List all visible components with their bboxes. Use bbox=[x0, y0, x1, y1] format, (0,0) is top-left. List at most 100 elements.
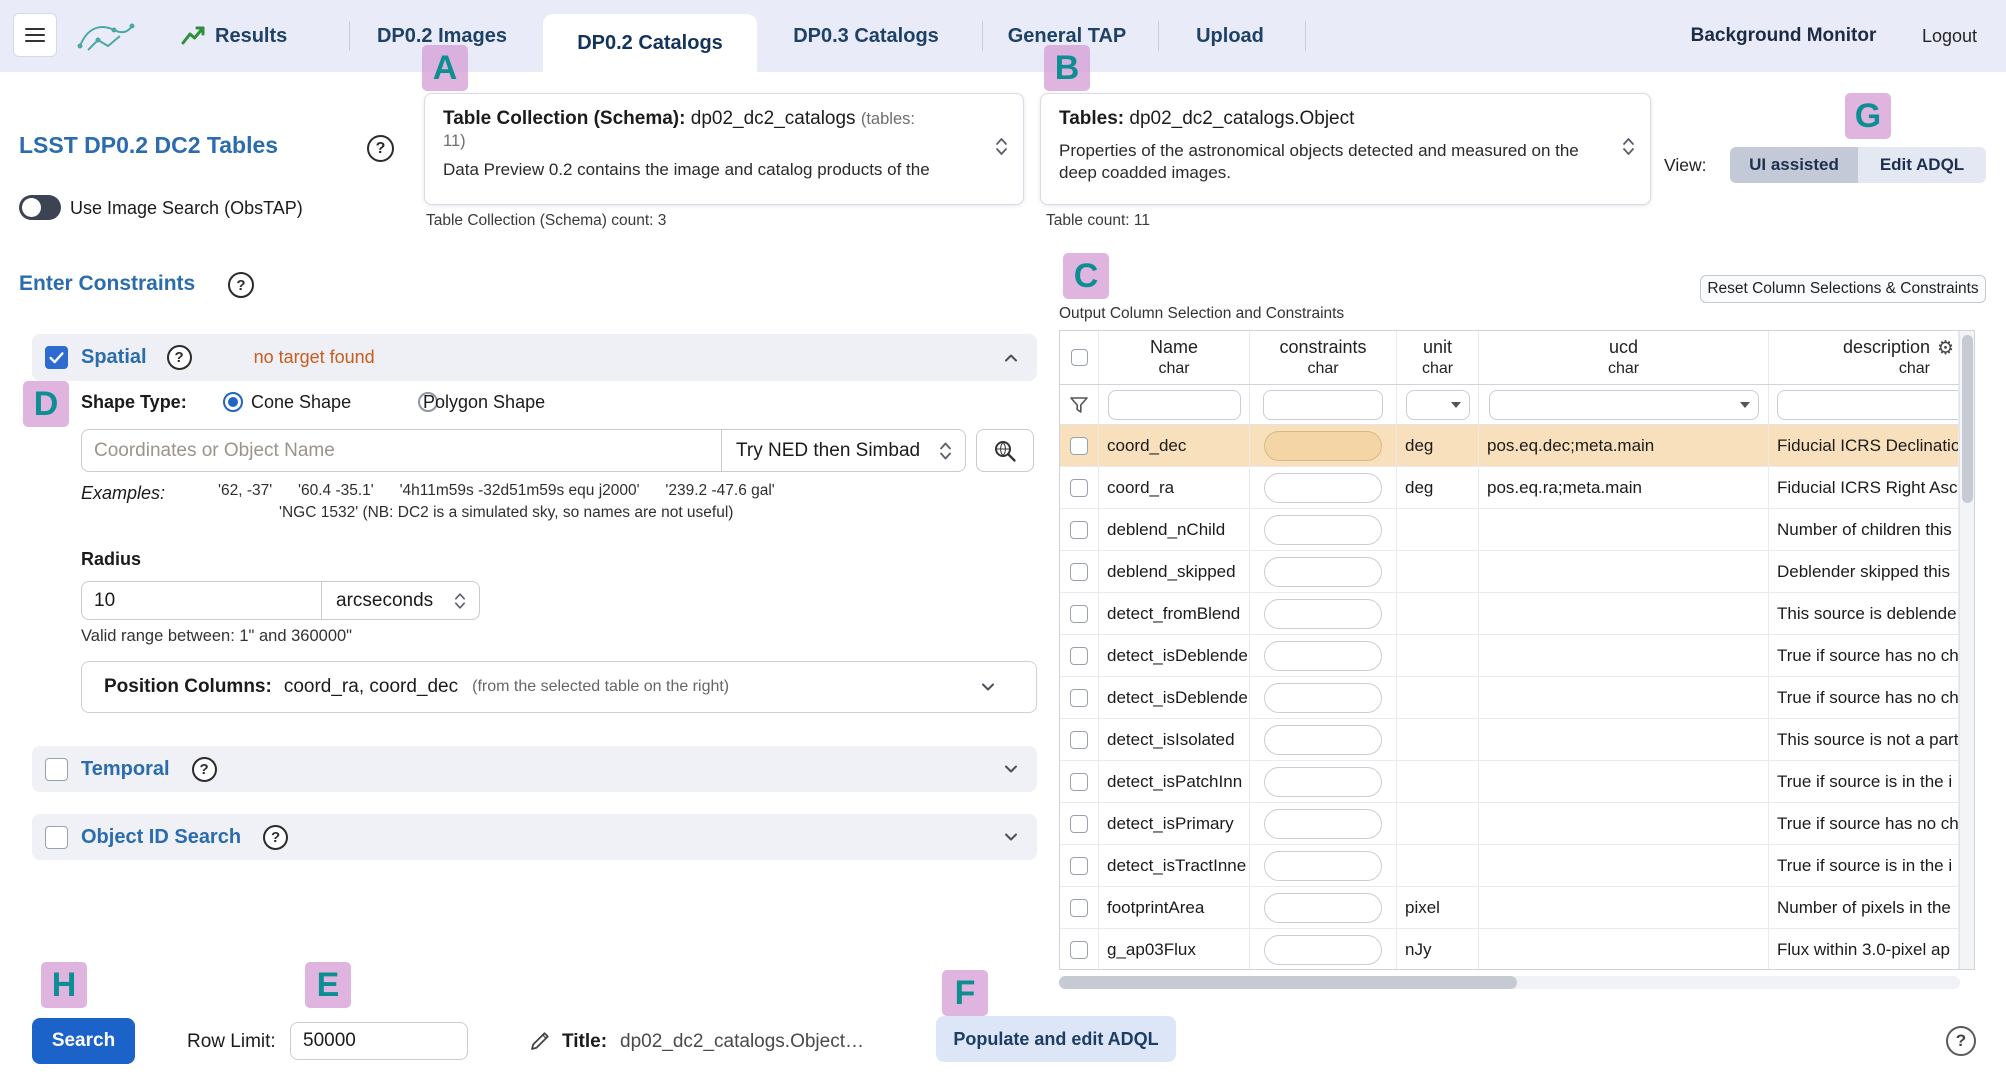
filter-funnel-icon[interactable] bbox=[1069, 396, 1089, 414]
row-checkbox[interactable] bbox=[1070, 478, 1088, 497]
chevron-down-icon[interactable] bbox=[1001, 827, 1021, 847]
table-row[interactable]: g_ap03Flux nJy Flux within 3.0-pixel ap bbox=[1060, 929, 1959, 969]
row-checkbox[interactable] bbox=[1070, 940, 1088, 959]
filter-ucd-select[interactable] bbox=[1488, 389, 1759, 420]
table-row[interactable]: detect_isDeblende True if source has no … bbox=[1060, 635, 1959, 677]
constraint-input[interactable] bbox=[1264, 556, 1382, 587]
constraint-input[interactable] bbox=[1264, 682, 1382, 713]
temporal-checkbox[interactable] bbox=[45, 757, 68, 781]
table-row[interactable]: detect_isIsolated This source is not a p… bbox=[1060, 719, 1959, 761]
radius-input[interactable] bbox=[81, 581, 322, 620]
constraint-input[interactable] bbox=[1264, 640, 1382, 671]
annotation-d: D bbox=[23, 381, 69, 427]
filter-description-input[interactable] bbox=[1777, 389, 1958, 420]
row-limit-input[interactable] bbox=[290, 1022, 468, 1060]
row-checkbox[interactable] bbox=[1070, 646, 1088, 665]
search-button[interactable]: Search bbox=[32, 1018, 135, 1064]
page-title: LSST DP0.2 DC2 Tables bbox=[19, 132, 279, 158]
background-monitor-button[interactable]: Background Monitor bbox=[1686, 0, 1881, 72]
vertical-scrollbar-thumb[interactable] bbox=[1962, 335, 1973, 503]
tab-upload[interactable]: Upload bbox=[1172, 0, 1288, 72]
constraint-input[interactable] bbox=[1264, 472, 1382, 503]
tab-dp03-catalogs[interactable]: DP0.3 Catalogs bbox=[778, 0, 954, 72]
row-checkbox[interactable] bbox=[1070, 562, 1088, 581]
results-button[interactable]: Results bbox=[180, 0, 287, 72]
table-select-panel[interactable]: Tables: dp02_dc2_catalogs.Object Propert… bbox=[1040, 93, 1651, 205]
row-checkbox[interactable] bbox=[1070, 856, 1088, 875]
header-name: Name char bbox=[1099, 331, 1250, 384]
constraint-input[interactable] bbox=[1264, 724, 1382, 755]
schema-stepper-icon[interactable] bbox=[994, 135, 1009, 164]
table-row[interactable]: detect_isTractInne True if source is in … bbox=[1060, 845, 1959, 887]
object-id-checkbox[interactable] bbox=[45, 825, 68, 849]
table-row[interactable]: detect_fromBlend This source is deblende bbox=[1060, 593, 1959, 635]
menu-button[interactable] bbox=[13, 13, 57, 57]
table-row[interactable]: deblend_skipped Deblender skipped this bbox=[1060, 551, 1959, 593]
spatial-checkbox[interactable] bbox=[45, 346, 68, 369]
image-search-toggle[interactable] bbox=[19, 195, 61, 220]
constraint-input[interactable] bbox=[1264, 850, 1382, 881]
chevron-up-icon[interactable] bbox=[1001, 348, 1021, 368]
spatial-help-icon[interactable]: ? bbox=[166, 345, 192, 370]
filter-constraints-input[interactable] bbox=[1263, 389, 1383, 420]
resolver-select[interactable]: Try NED then Simbad bbox=[721, 429, 966, 472]
constraint-input[interactable] bbox=[1264, 514, 1382, 545]
select-all-checkbox[interactable] bbox=[1070, 349, 1088, 366]
table-row[interactable]: detect_isDeblende True if source has no … bbox=[1060, 677, 1959, 719]
resolve-search-button[interactable] bbox=[976, 429, 1034, 472]
row-checkbox[interactable] bbox=[1070, 520, 1088, 539]
row-checkbox[interactable] bbox=[1070, 436, 1088, 455]
position-columns-panel[interactable]: Position Columns: coord_ra, coord_dec (f… bbox=[81, 661, 1037, 713]
radius-unit-select[interactable]: arcseconds bbox=[321, 581, 480, 620]
horizontal-scrollbar-thumb[interactable] bbox=[1059, 976, 1517, 989]
constraint-input[interactable] bbox=[1264, 892, 1382, 923]
tab-dp02-catalogs[interactable]: DP0.2 Catalogs bbox=[543, 14, 757, 72]
chevron-down-icon[interactable] bbox=[1001, 759, 1021, 779]
coordinates-input[interactable] bbox=[81, 429, 722, 472]
table-row[interactable]: coord_dec deg pos.eq.dec;meta.main Fiduc… bbox=[1060, 425, 1959, 467]
header-description: description char bbox=[1769, 331, 1959, 384]
row-checkbox[interactable] bbox=[1070, 730, 1088, 749]
table-row[interactable]: footprintArea pixel Number of pixels in … bbox=[1060, 887, 1959, 929]
row-checkbox[interactable] bbox=[1070, 814, 1088, 833]
filter-unit-select[interactable] bbox=[1405, 389, 1470, 420]
constraint-cell bbox=[1250, 467, 1397, 508]
view-edit-adql-button[interactable]: Edit ADQL bbox=[1858, 147, 1986, 183]
constraints-help-icon[interactable]: ? bbox=[228, 272, 254, 298]
table-row[interactable]: coord_ra deg pos.eq.ra;meta.main Fiducia… bbox=[1060, 467, 1959, 509]
schema-select-panel[interactable]: Table Collection (Schema): dp02_dc2_cata… bbox=[424, 93, 1024, 205]
cone-shape-radio[interactable] bbox=[223, 392, 243, 412]
logout-button[interactable]: Logout bbox=[1912, 0, 1987, 72]
spatial-section-header[interactable]: Spatial ? no target found bbox=[32, 334, 1037, 381]
edit-pencil-icon[interactable] bbox=[527, 1028, 553, 1054]
populate-adql-button[interactable]: Populate and edit ADQL bbox=[936, 1016, 1176, 1062]
description-cell: This source is not a part bbox=[1769, 719, 1959, 760]
row-checkbox[interactable] bbox=[1070, 772, 1088, 791]
row-checkbox[interactable] bbox=[1070, 898, 1088, 917]
constraint-input[interactable] bbox=[1264, 766, 1382, 797]
polygon-shape-label: Polygon Shape bbox=[423, 392, 546, 412]
chevron-down-icon[interactable] bbox=[978, 677, 998, 697]
table-row[interactable]: detect_isPrimary True if source has no c… bbox=[1060, 803, 1959, 845]
object-id-section-header[interactable]: Object ID Search ? bbox=[32, 814, 1037, 860]
constraint-input[interactable] bbox=[1264, 934, 1382, 965]
view-ui-assisted-button[interactable]: UI assisted bbox=[1730, 147, 1858, 183]
tables-help-icon[interactable]: ? bbox=[367, 135, 394, 162]
constraint-input[interactable] bbox=[1264, 430, 1382, 461]
temporal-help-icon[interactable]: ? bbox=[191, 756, 217, 782]
tables-stepper-icon[interactable] bbox=[1621, 135, 1636, 164]
name-cell: detect_isDeblende bbox=[1099, 635, 1250, 676]
row-checkbox[interactable] bbox=[1070, 688, 1088, 707]
constraint-input[interactable] bbox=[1264, 808, 1382, 839]
row-checkbox[interactable] bbox=[1070, 604, 1088, 623]
constraint-input[interactable] bbox=[1264, 598, 1382, 629]
reset-columns-button[interactable]: Reset Column Selections & Constraints bbox=[1700, 275, 1986, 303]
temporal-section-header[interactable]: Temporal ? bbox=[32, 746, 1037, 792]
table-settings-gear-icon[interactable]: ⚙ bbox=[1937, 339, 1954, 358]
filter-name-input[interactable] bbox=[1107, 389, 1241, 420]
footer-help-icon[interactable]: ? bbox=[1946, 1026, 1976, 1056]
table-row[interactable]: deblend_nChild Number of children this bbox=[1060, 509, 1959, 551]
table-row[interactable]: detect_isPatchInn True if source is in t… bbox=[1060, 761, 1959, 803]
top-navigation: Results DP0.2 Images DP0.2 Catalogs DP0.… bbox=[0, 0, 2006, 72]
object-id-help-icon[interactable]: ? bbox=[263, 824, 289, 850]
